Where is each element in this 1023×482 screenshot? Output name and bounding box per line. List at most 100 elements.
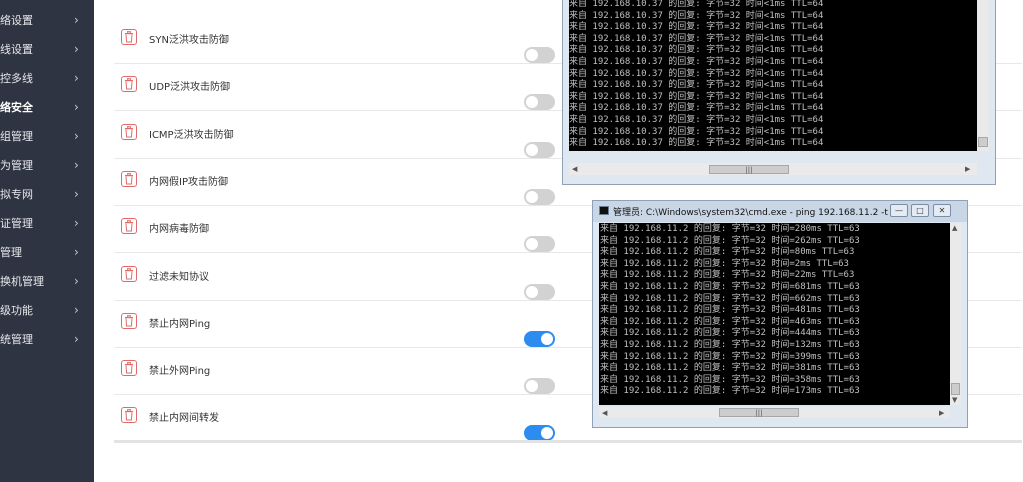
sidebar-item-4[interactable]: 组管理 › [0, 122, 94, 151]
toggle-switch[interactable] [524, 47, 555, 63]
toggle-knob [526, 238, 538, 251]
cmd1-horizontal-scrollbar[interactable]: ◀ ||| ▶ [569, 163, 977, 175]
console-line: 来自 192.168.10.37 的回复: 字节=32 时间<1ms TTL=6… [569, 33, 824, 44]
chevron-right-icon: › [74, 216, 79, 230]
chevron-right-icon: › [74, 332, 79, 346]
scroll-down-arrow-icon[interactable]: ▼ [952, 396, 957, 404]
toggle-knob [526, 190, 538, 203]
sidebar-item-label: 组管理 [0, 130, 33, 143]
console-line: 来自 192.168.11.2 的回复: 字节=32 时间=22ms TTL=6… [600, 270, 855, 281]
minimize-icon[interactable]: — [890, 204, 908, 217]
console-line: 来自 192.168.11.2 的回复: 字节=32 时间=444ms TTL=… [600, 328, 860, 339]
scroll-left-arrow-icon[interactable]: ◀ [602, 409, 607, 417]
cmd-window-2[interactable]: 管理员: C:\Windows\system32\cmd.exe - ping … [592, 200, 968, 428]
sidebar-item-0[interactable]: 络设置 › [0, 6, 94, 35]
sidebar-item-3[interactable]: 络安全 › [0, 93, 94, 122]
console-line: 来自 192.168.11.2 的回复: 字节=32 时间=132ms TTL=… [600, 339, 860, 350]
cmd2-titlebar[interactable]: 管理员: C:\Windows\system32\cmd.exe - ping … [593, 201, 967, 222]
toggle-switch[interactable] [524, 330, 555, 347]
cmd1-vertical-scrollbar[interactable] [977, 0, 989, 151]
console-line: 来自 192.168.10.37 的回复: 字节=32 时间<1ms TTL=6… [569, 103, 824, 114]
trash-icon[interactable] [121, 170, 137, 187]
cmd2-horizontal-scrollbar[interactable]: ◀ ||| ▶ [599, 407, 950, 418]
toggle-switch[interactable] [524, 94, 555, 111]
cmd-console-icon [599, 206, 609, 215]
sidebar-item-11[interactable]: 统管理 › [0, 325, 94, 354]
setting-label: 内网假IP攻击防御 [149, 176, 228, 188]
console-line: 来自 192.168.11.2 的回复: 字节=32 时间=681ms TTL=… [600, 281, 860, 292]
cmd2-vertical-scrollbar[interactable]: ▲ ▼ [950, 223, 961, 405]
scroll-right-arrow-icon[interactable]: ▶ [965, 165, 970, 173]
scroll-up-arrow-icon[interactable]: ▲ [952, 224, 957, 232]
console-line: 来自 192.168.10.37 的回复: 字节=32 时间<1ms TTL=6… [569, 91, 824, 102]
scroll-right-arrow-icon[interactable]: ▶ [939, 409, 944, 417]
sidebar-item-label: 线设置 [0, 43, 33, 56]
setting-label: 禁止内网Ping [149, 318, 211, 330]
toggle-switch[interactable] [524, 188, 555, 205]
console-line: 来自 192.168.10.37 的回复: 字节=32 时间<1ms TTL=6… [569, 22, 824, 33]
console-line: 来自 192.168.11.2 的回复: 字节=32 时间=399ms TTL=… [600, 351, 860, 362]
console-line: 来自 192.168.10.37 的回复: 字节=32 时间<1ms TTL=6… [569, 68, 824, 79]
console-line: 来自 192.168.11.2 的回复: 字节=32 时间=80ms TTL=6… [600, 247, 855, 258]
console-line: 来自 192.168.10.37 的回复: 字节=32 时间<1ms TTL=6… [569, 45, 824, 56]
close-icon[interactable]: ✕ [933, 204, 951, 217]
sidebar-item-label: 证管理 [0, 217, 33, 230]
toggle-switch[interactable] [524, 141, 555, 158]
chevron-right-icon: › [74, 13, 79, 27]
trash-icon[interactable] [121, 265, 137, 282]
cmd-window-1[interactable]: 来自 192.168.10.37 的回复: 字节=32 时间<1ms TTL=6… [562, 0, 996, 185]
toggle-knob [526, 380, 538, 393]
scroll-left-arrow-icon[interactable]: ◀ [572, 165, 577, 173]
toggle-switch[interactable] [524, 283, 555, 300]
console-line: 来自 192.168.10.37 的回复: 字节=32 时间<1ms TTL=6… [569, 138, 824, 149]
sidebar-item-label: 管理 [0, 246, 22, 259]
toggle-switch[interactable] [524, 236, 555, 253]
console-line: 来自 192.168.11.2 的回复: 字节=32 时间=381ms TTL=… [600, 363, 860, 374]
cmd-console-2: 来自 192.168.11.2 的回复: 字节=32 时间=280ms TTL=… [599, 223, 950, 405]
console-line: 来自 192.168.11.2 的回复: 字节=32 时间=463ms TTL=… [600, 316, 860, 327]
sidebar-item-5[interactable]: 为管理 › [0, 151, 94, 180]
sidebar-item-10[interactable]: 级功能 › [0, 296, 94, 325]
cmd2-hscroll-thumb[interactable]: ||| [719, 408, 799, 417]
setting-label: 禁止内网间转发 [149, 413, 219, 425]
cmd1-hscroll-thumb[interactable]: ||| [709, 165, 789, 174]
toggle-knob [526, 96, 538, 109]
toggle-knob [541, 427, 553, 440]
sidebar-item-8[interactable]: 管理 › [0, 238, 94, 267]
sidebar-item-9[interactable]: 换机管理 › [0, 267, 94, 296]
chevron-right-icon: › [74, 303, 79, 317]
chevron-right-icon: › [74, 245, 79, 259]
setting-label: ICMP泛洪攻击防御 [149, 129, 234, 141]
setting-label: UDP泛洪攻击防御 [149, 82, 231, 94]
trash-icon[interactable] [121, 76, 137, 93]
setting-label: 过滤未知协议 [149, 271, 209, 283]
chevron-right-icon: › [74, 158, 79, 172]
sidebar-item-label: 控多线 [0, 72, 33, 85]
toggle-switch[interactable] [524, 425, 555, 442]
toggle-switch[interactable] [524, 378, 555, 395]
chevron-right-icon: › [74, 71, 79, 85]
console-line: 来自 192.168.10.37 的回复: 字节=32 时间<1ms TTL=6… [569, 10, 824, 21]
sidebar-item-7[interactable]: 证管理 › [0, 209, 94, 238]
chevron-right-icon: › [74, 42, 79, 56]
trash-icon[interactable] [121, 312, 137, 329]
trash-icon[interactable] [121, 123, 137, 140]
cmd2-title: 管理员: C:\Windows\system32\cmd.exe - ping … [613, 208, 888, 218]
console-line: 来自 192.168.11.2 的回复: 字节=32 时间=173ms TTL=… [600, 386, 860, 397]
trash-icon[interactable] [121, 29, 137, 45]
sidebar-item-2[interactable]: 控多线 › [0, 64, 94, 93]
chevron-right-icon: › [74, 274, 79, 288]
sidebar-item-label: 拟专网 [0, 188, 33, 201]
trash-icon[interactable] [121, 407, 137, 424]
sidebar-item-6[interactable]: 拟专网 › [0, 180, 94, 209]
trash-icon[interactable] [121, 360, 137, 377]
cmd1-scroll-thumb[interactable] [978, 137, 988, 147]
chevron-right-icon: › [74, 129, 79, 143]
cmd-console-1: 来自 192.168.10.37 的回复: 字节=32 时间<1ms TTL=6… [569, 0, 977, 151]
chevron-right-icon: › [74, 100, 79, 114]
sidebar-item-1[interactable]: 线设置 › [0, 35, 94, 64]
trash-icon[interactable] [121, 218, 137, 235]
toggle-knob [541, 332, 553, 345]
cmd2-scroll-thumb[interactable] [951, 383, 960, 395]
maximize-icon[interactable]: □ [911, 204, 929, 217]
